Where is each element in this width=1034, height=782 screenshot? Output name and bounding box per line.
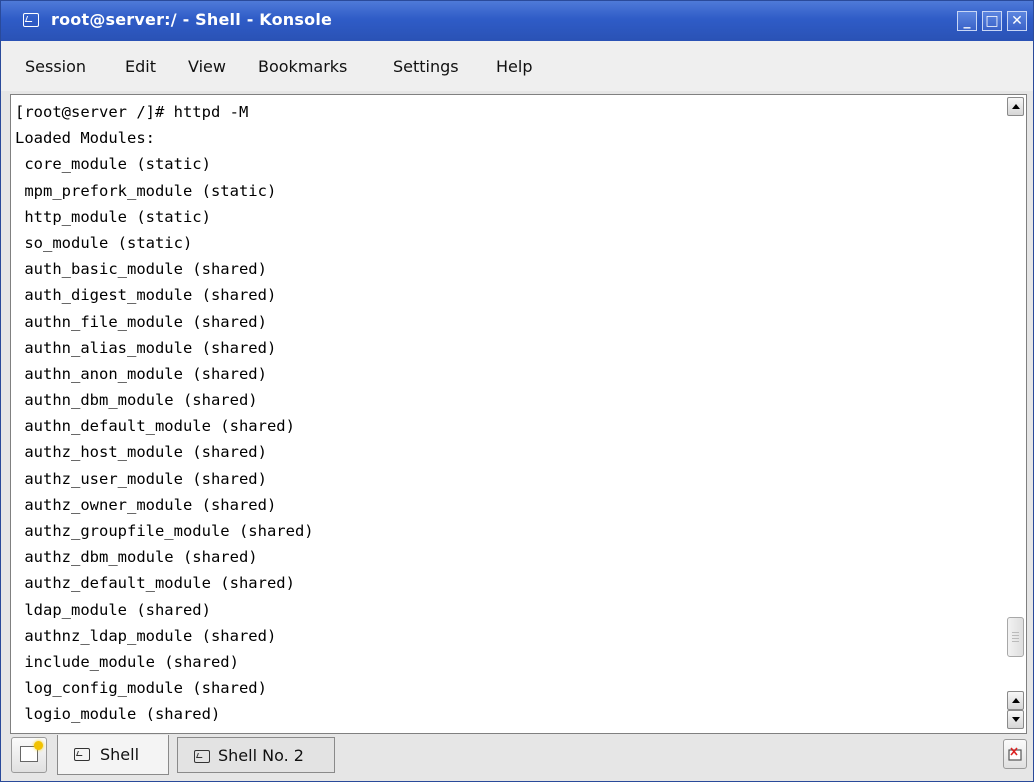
terminal-line: include_module (shared) — [15, 652, 239, 671]
tab-shell-no-2-label: Shell No. 2 — [218, 746, 304, 765]
terminal-output[interactable]: [root@server /]# httpd -M Loaded Modules:… — [11, 99, 1005, 729]
terminal-line: authz_host_module (shared) — [15, 443, 267, 462]
terminal-line: mpm_prefork_module (static) — [15, 181, 277, 200]
title-bar[interactable]: root@server:/ - Shell - Konsole _ □ ✕ — [1, 1, 1033, 41]
terminal-line: authz_owner_module (shared) — [15, 495, 277, 514]
terminal-line: authn_default_module (shared) — [15, 417, 295, 436]
terminal-line: authz_groupfile_module (shared) — [15, 522, 314, 540]
new-tab-button[interactable] — [11, 737, 47, 773]
close-tab-button[interactable] — [1003, 739, 1027, 769]
terminal-icon[interactable] — [23, 13, 39, 27]
tab-bar: Shell Shell No. 2 — [1, 735, 1033, 781]
terminal-line: authnz_ldap_module (shared) — [15, 626, 277, 645]
terminal-line: ldap_module (shared) — [15, 600, 211, 619]
terminal-frame: [root@server /]# httpd -M Loaded Modules:… — [10, 94, 1027, 734]
menu-session[interactable]: Session — [25, 57, 86, 76]
terminal-line: authn_alias_module (shared) — [15, 338, 277, 357]
maximize-button[interactable]: □ — [982, 11, 1002, 31]
terminal-line: authz_user_module (shared) — [15, 469, 267, 488]
new-session-icon — [20, 741, 43, 762]
terminal-line: auth_basic_module (shared) — [15, 260, 267, 279]
tab-shell[interactable]: Shell — [57, 735, 169, 775]
konsole-window: root@server:/ - Shell - Konsole _ □ ✕ Se… — [0, 0, 1034, 782]
terminal-line: authz_dbm_module (shared) — [15, 548, 258, 567]
terminal-line: so_module (static) — [15, 233, 193, 252]
terminal-line: Loaded Modules: — [15, 129, 155, 148]
vertical-scrollbar[interactable] — [1007, 97, 1024, 729]
scroll-up-button-bottom[interactable] — [1007, 691, 1024, 710]
menu-settings[interactable]: Settings — [393, 57, 459, 76]
terminal-icon — [194, 750, 210, 763]
close-button[interactable]: ✕ — [1007, 11, 1027, 31]
tab-shell-label: Shell — [100, 745, 140, 764]
minimize-button[interactable]: _ — [957, 11, 977, 31]
terminal-line: core_module (static) — [15, 155, 211, 174]
scroll-up-button[interactable] — [1007, 97, 1024, 116]
terminal-icon — [74, 748, 90, 761]
terminal-line: authz_default_module (shared) — [15, 574, 295, 593]
menu-edit[interactable]: Edit — [125, 57, 156, 76]
terminal-line: authn_file_module (shared) — [15, 312, 267, 331]
menu-view[interactable]: View — [188, 57, 226, 76]
terminal-line: auth_digest_module (shared) — [15, 286, 277, 305]
terminal-line: log_config_module (shared) — [15, 679, 267, 698]
tab-shell-no-2[interactable]: Shell No. 2 — [177, 737, 335, 773]
menu-bar: Session Edit View Bookmarks Settings Hel… — [1, 41, 1033, 91]
menu-help[interactable]: Help — [496, 57, 532, 76]
menu-bookmarks[interactable]: Bookmarks — [258, 57, 347, 76]
terminal-line: authn_anon_module (shared) — [15, 364, 267, 383]
terminal-line: [root@server /]# httpd -M — [15, 103, 249, 121]
close-session-icon — [1008, 747, 1022, 761]
terminal-line: logio_module (shared) — [15, 705, 221, 724]
terminal-line: http_module (static) — [15, 207, 211, 226]
terminal-line: authn_dbm_module (shared) — [15, 391, 258, 410]
window-title: root@server:/ - Shell - Konsole — [51, 10, 333, 29]
scroll-down-button[interactable] — [1007, 710, 1024, 729]
scrollbar-thumb[interactable] — [1007, 617, 1024, 657]
